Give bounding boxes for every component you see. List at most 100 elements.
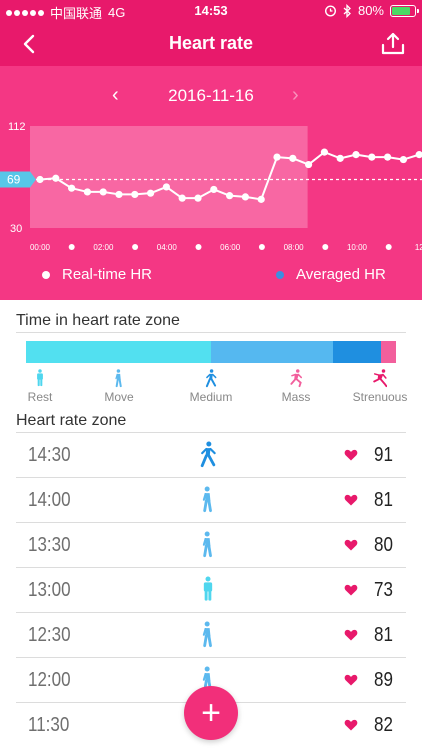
zone-strenuous: Strenuous xyxy=(340,368,420,404)
walking-person-icon xyxy=(202,531,212,558)
alarm-icon xyxy=(324,5,336,17)
row-activity xyxy=(198,574,222,606)
data-point xyxy=(162,183,170,191)
zone-bar-segment xyxy=(381,341,396,363)
row-time: 12:00 xyxy=(28,669,71,691)
row-heart-rate: 81 xyxy=(374,489,393,511)
x-tick-dot xyxy=(195,244,202,250)
upload-icon[interactable] xyxy=(380,31,406,57)
x-tick-label: 06:00 xyxy=(220,243,241,252)
nav-bar: Heart rate xyxy=(0,22,422,66)
table-row[interactable]: 13:00 73 xyxy=(16,567,406,612)
highlight-range xyxy=(30,126,308,228)
data-point xyxy=(226,192,234,200)
divider xyxy=(16,332,406,333)
legend-realtime-dot xyxy=(42,270,50,279)
data-point xyxy=(241,193,249,201)
brisk-walking-person-icon xyxy=(200,441,216,468)
data-point xyxy=(36,175,44,184)
row-heart-rate: 73 xyxy=(374,579,393,601)
table-row[interactable]: 14:30 91 xyxy=(16,432,406,477)
data-point xyxy=(368,153,376,161)
data-point xyxy=(178,194,186,202)
heart-icon xyxy=(344,449,358,461)
date-label: 2016-11-16 xyxy=(168,86,254,105)
data-point xyxy=(147,189,155,197)
heart-rate-zone-title: Heart rate zone xyxy=(16,412,127,429)
row-time: 13:00 xyxy=(28,579,71,601)
walking-person-icon xyxy=(115,369,122,388)
zone-mass: Mass xyxy=(256,368,336,404)
chevron-right-icon[interactable]: › xyxy=(292,84,299,107)
data-point xyxy=(305,160,313,169)
row-activity xyxy=(198,439,222,471)
data-point xyxy=(210,185,218,194)
row-heart-rate: 80 xyxy=(374,534,393,556)
data-point xyxy=(131,190,139,199)
zone-label: Rest xyxy=(27,390,53,404)
data-point xyxy=(115,190,123,199)
zone-legend: Rest Move Medium Mass Strenuous xyxy=(0,368,422,408)
x-tick-label: 00:00 xyxy=(30,243,51,252)
page-title: Heart rate xyxy=(168,33,254,53)
sprinting-person-icon xyxy=(373,369,387,388)
row-time: 13:30 xyxy=(28,534,71,556)
zone-label: Strenuous xyxy=(352,390,408,404)
x-tick-dot xyxy=(68,244,75,250)
zone-bar-segment xyxy=(26,341,211,363)
x-tick-label: 10:00 xyxy=(347,243,368,252)
x-tick-label: 12: xyxy=(415,243,422,252)
table-row[interactable]: 12:30 81 xyxy=(16,612,406,657)
zone-time-bar xyxy=(26,341,396,363)
standing-person-icon xyxy=(203,576,213,601)
data-point xyxy=(399,155,407,164)
average-badge: 69 xyxy=(0,171,36,188)
data-point xyxy=(273,153,281,161)
zone-label: Mass xyxy=(281,390,311,404)
row-activity xyxy=(198,619,222,651)
row-heart-rate: 82 xyxy=(374,714,393,736)
row-time: 11:30 xyxy=(28,714,70,736)
row-heart-rate: 91 xyxy=(374,444,393,466)
legend-averaged: Averaged HR xyxy=(276,266,386,283)
data-point xyxy=(257,195,265,203)
zone-bar-segment xyxy=(211,341,334,363)
walking-person-icon xyxy=(202,486,212,513)
row-time: 14:00 xyxy=(28,489,71,511)
row-heart-rate: 81 xyxy=(374,624,393,646)
heart-icon xyxy=(344,494,358,506)
status-bar: 中国联通 4G 14:53 80% xyxy=(0,0,422,22)
row-activity xyxy=(198,484,222,516)
data-point xyxy=(320,148,328,156)
zone-medium: Medium xyxy=(171,368,251,404)
add-button[interactable]: + xyxy=(184,686,238,740)
x-tick-label: 08:00 xyxy=(284,243,305,252)
bluetooth-icon xyxy=(343,3,351,18)
standing-person-icon xyxy=(37,369,43,387)
legend-averaged-dot xyxy=(276,270,284,279)
x-tick-label: 02:00 xyxy=(93,243,114,252)
x-tick-dot xyxy=(322,244,329,250)
legend-realtime: Real-time HR xyxy=(42,266,152,283)
table-row[interactable]: 13:30 80 xyxy=(16,522,406,567)
table-row[interactable]: 14:00 81 xyxy=(16,477,406,522)
data-point xyxy=(52,174,60,182)
data-point xyxy=(352,151,360,159)
data-point xyxy=(336,154,344,162)
x-tick-dot xyxy=(132,244,139,250)
legend-realtime-label: Real-time HR xyxy=(62,266,153,283)
heart-icon xyxy=(344,719,358,731)
legend-averaged-label: Averaged HR xyxy=(296,266,386,283)
y-tick-label: 112 xyxy=(8,121,26,133)
x-tick-dot xyxy=(258,244,265,250)
data-point xyxy=(415,151,422,159)
average-label: 69 xyxy=(7,172,21,186)
heart-icon xyxy=(344,584,358,596)
heart-icon xyxy=(344,539,358,551)
battery-percent: 80% xyxy=(357,3,384,18)
battery-icon xyxy=(390,4,419,17)
heart-rate-line-chart: 112 30 69 00:00 02:00 04:00 06:00 08:00 10:00 12: xyxy=(0,121,422,252)
walking-person-icon xyxy=(202,621,212,648)
chart-legend: Real-time HR Averaged HR xyxy=(0,266,422,290)
y-tick-label: 30 xyxy=(10,223,22,235)
